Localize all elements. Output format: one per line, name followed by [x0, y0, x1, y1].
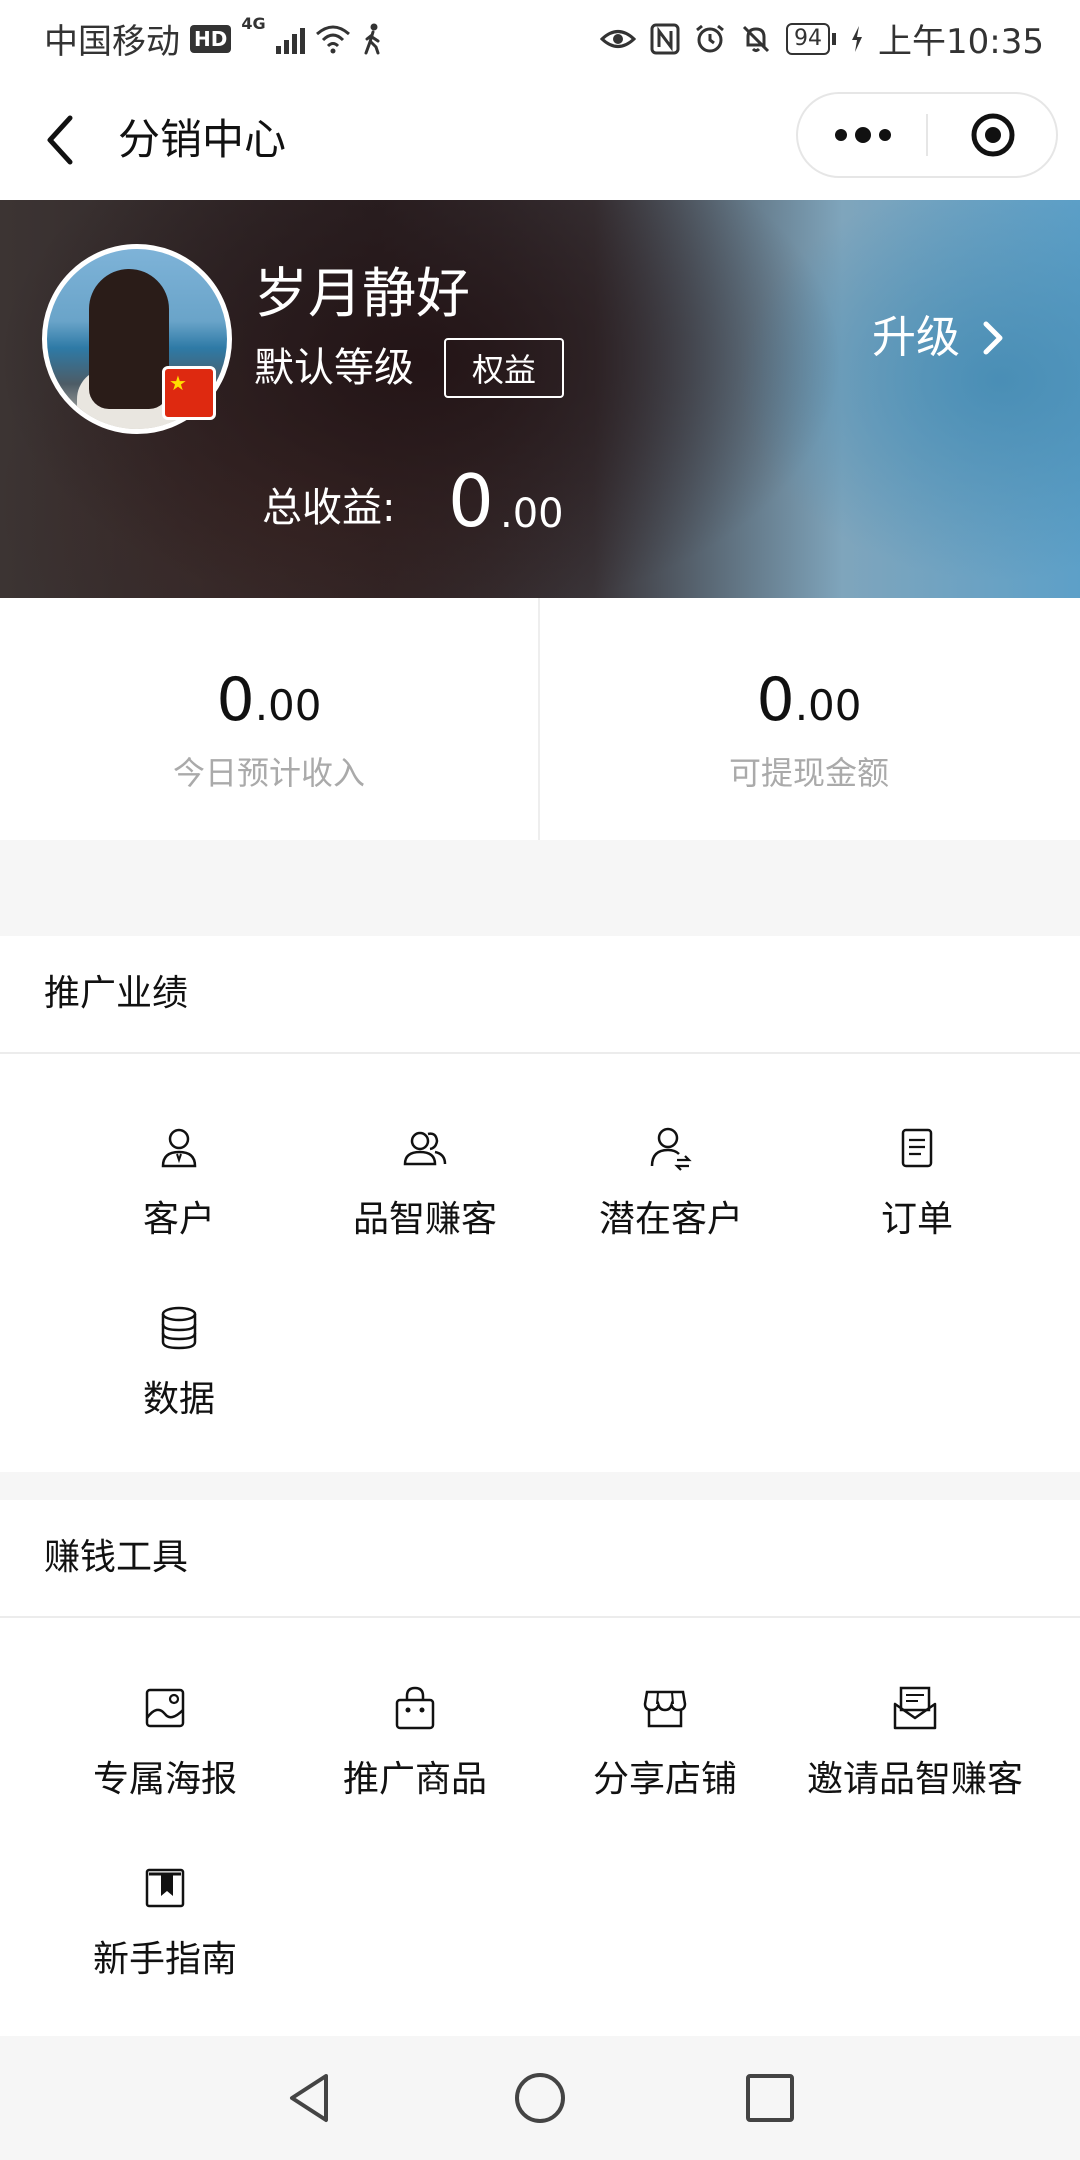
- menu-item-promote-products[interactable]: 推广商品: [290, 1684, 540, 1802]
- nfc-icon: [650, 23, 680, 54]
- today-estimated-income[interactable]: 0.00 今日预计收入: [0, 598, 538, 840]
- mute-bell-icon: [742, 25, 770, 52]
- stat-value-decimal: .00: [254, 681, 322, 730]
- customer-icon: [161, 1128, 197, 1168]
- profile-banner: ★ 岁月静好 默认等级 权益 升级 总收益: 0 .00: [0, 200, 1080, 598]
- menu-item-label: 分享店铺: [592, 1759, 737, 1800]
- stat-label: 可提现金额: [728, 754, 889, 792]
- menu-item-label: 潜在客户: [598, 1199, 743, 1240]
- performance-section: 推广业绩 客户 品智赚客 潜在客户 订单 数据: [0, 936, 1080, 1472]
- back-arrow-icon[interactable]: [38, 110, 88, 170]
- battery-level: 94: [786, 22, 831, 55]
- menu-item-invite-earners[interactable]: 邀请品智赚客: [790, 1684, 1040, 1802]
- menu-item-label: 新手指南: [92, 1939, 237, 1980]
- earnings-stats: 0.00 今日预计收入 0.00 可提现金额: [0, 598, 1080, 840]
- chevron-right-icon: [983, 321, 1003, 355]
- menu-item-label: 品智赚客: [352, 1199, 497, 1240]
- system-navigation-bar: [0, 2036, 1080, 2160]
- alarm-icon: [696, 24, 724, 52]
- more-dots-icon[interactable]: [828, 110, 898, 160]
- wifi-icon: [315, 25, 350, 53]
- system-back-icon[interactable]: [282, 2070, 338, 2126]
- potential-customer-icon: [650, 1127, 692, 1171]
- menu-item-customers[interactable]: 客户: [54, 1124, 304, 1242]
- stat-value-integer: 0: [756, 665, 795, 735]
- upgrade-label: 升级: [872, 312, 960, 363]
- section-title: 推广业绩: [44, 973, 189, 1014]
- flag-badge-icon: ★: [162, 366, 216, 420]
- page-title: 分销中心: [118, 115, 287, 164]
- signal-icon: [275, 24, 305, 54]
- users-icon: [403, 1131, 447, 1166]
- status-bar: 中国移动 HD 4G 94 上午10:35: [0, 0, 1080, 76]
- upgrade-link[interactable]: 升级: [872, 308, 1006, 368]
- withdrawable-amount[interactable]: 0.00 可提现金额: [540, 598, 1078, 840]
- menu-item-potential-customers[interactable]: 潜在客户: [546, 1124, 796, 1242]
- stat-value-integer: 0: [216, 665, 255, 735]
- menu-item-label: 邀请品智赚客: [806, 1759, 1023, 1800]
- database-icon: [161, 1306, 197, 1350]
- menu-item-orders[interactable]: 订单: [792, 1124, 1042, 1242]
- order-icon: [901, 1128, 933, 1168]
- poster-icon: [145, 1688, 185, 1728]
- menu-item-share-store[interactable]: 分享店铺: [540, 1684, 790, 1802]
- menu-item-label: 专属海报: [92, 1759, 237, 1800]
- miniprogram-capsule: [796, 92, 1058, 178]
- menu-item-pinzhi-earners[interactable]: 品智赚客: [300, 1124, 550, 1242]
- walking-icon: [364, 23, 380, 54]
- store-icon: [643, 1690, 687, 1728]
- shopping-bag-icon: [395, 1686, 435, 1730]
- system-home-icon[interactable]: [512, 2070, 568, 2126]
- menu-item-label: 数据: [142, 1379, 215, 1420]
- earning-tools-section: 赚钱工具 专属海报 推广商品 分享店铺 邀请品智赚客 新手指南: [0, 1500, 1080, 2036]
- total-earnings-integer: 0: [448, 459, 494, 543]
- menu-item-label: 推广商品: [342, 1759, 487, 1800]
- system-recents-icon[interactable]: [742, 2070, 798, 2126]
- status-right: 94 上午10:35: [600, 14, 1044, 63]
- stat-value-decimal: .00: [794, 681, 862, 730]
- menu-item-beginner-guide[interactable]: 新手指南: [40, 1864, 290, 1982]
- menu-item-label: 订单: [880, 1199, 953, 1240]
- status-left: 中国移动 HD 4G: [44, 14, 385, 63]
- battery-icon: 94: [786, 22, 837, 55]
- close-target-icon[interactable]: [968, 110, 1018, 160]
- stat-label: 今日预计收入: [172, 754, 365, 792]
- user-name: 岁月静好: [254, 262, 470, 325]
- menu-item-exclusive-poster[interactable]: 专属海报: [40, 1684, 290, 1802]
- section-title: 赚钱工具: [44, 1537, 189, 1578]
- user-level: 默认等级: [254, 345, 414, 391]
- rights-button[interactable]: 权益: [444, 338, 564, 398]
- menu-item-label: 客户: [142, 1199, 215, 1240]
- total-earnings-label: 总收益:: [262, 485, 396, 531]
- guide-book-icon: [145, 1868, 185, 1908]
- total-earnings-decimal: .00: [500, 491, 564, 537]
- menu-item-data[interactable]: 数据: [54, 1304, 304, 1422]
- hd-badge: HD: [190, 24, 232, 53]
- clock: 上午10:35: [878, 22, 1044, 62]
- carrier-label: 中国移动: [44, 22, 180, 62]
- eye-icon: [600, 29, 637, 48]
- charging-icon: [852, 25, 863, 52]
- invite-mail-icon: [893, 1686, 937, 1730]
- network-type: 4G: [241, 14, 266, 33]
